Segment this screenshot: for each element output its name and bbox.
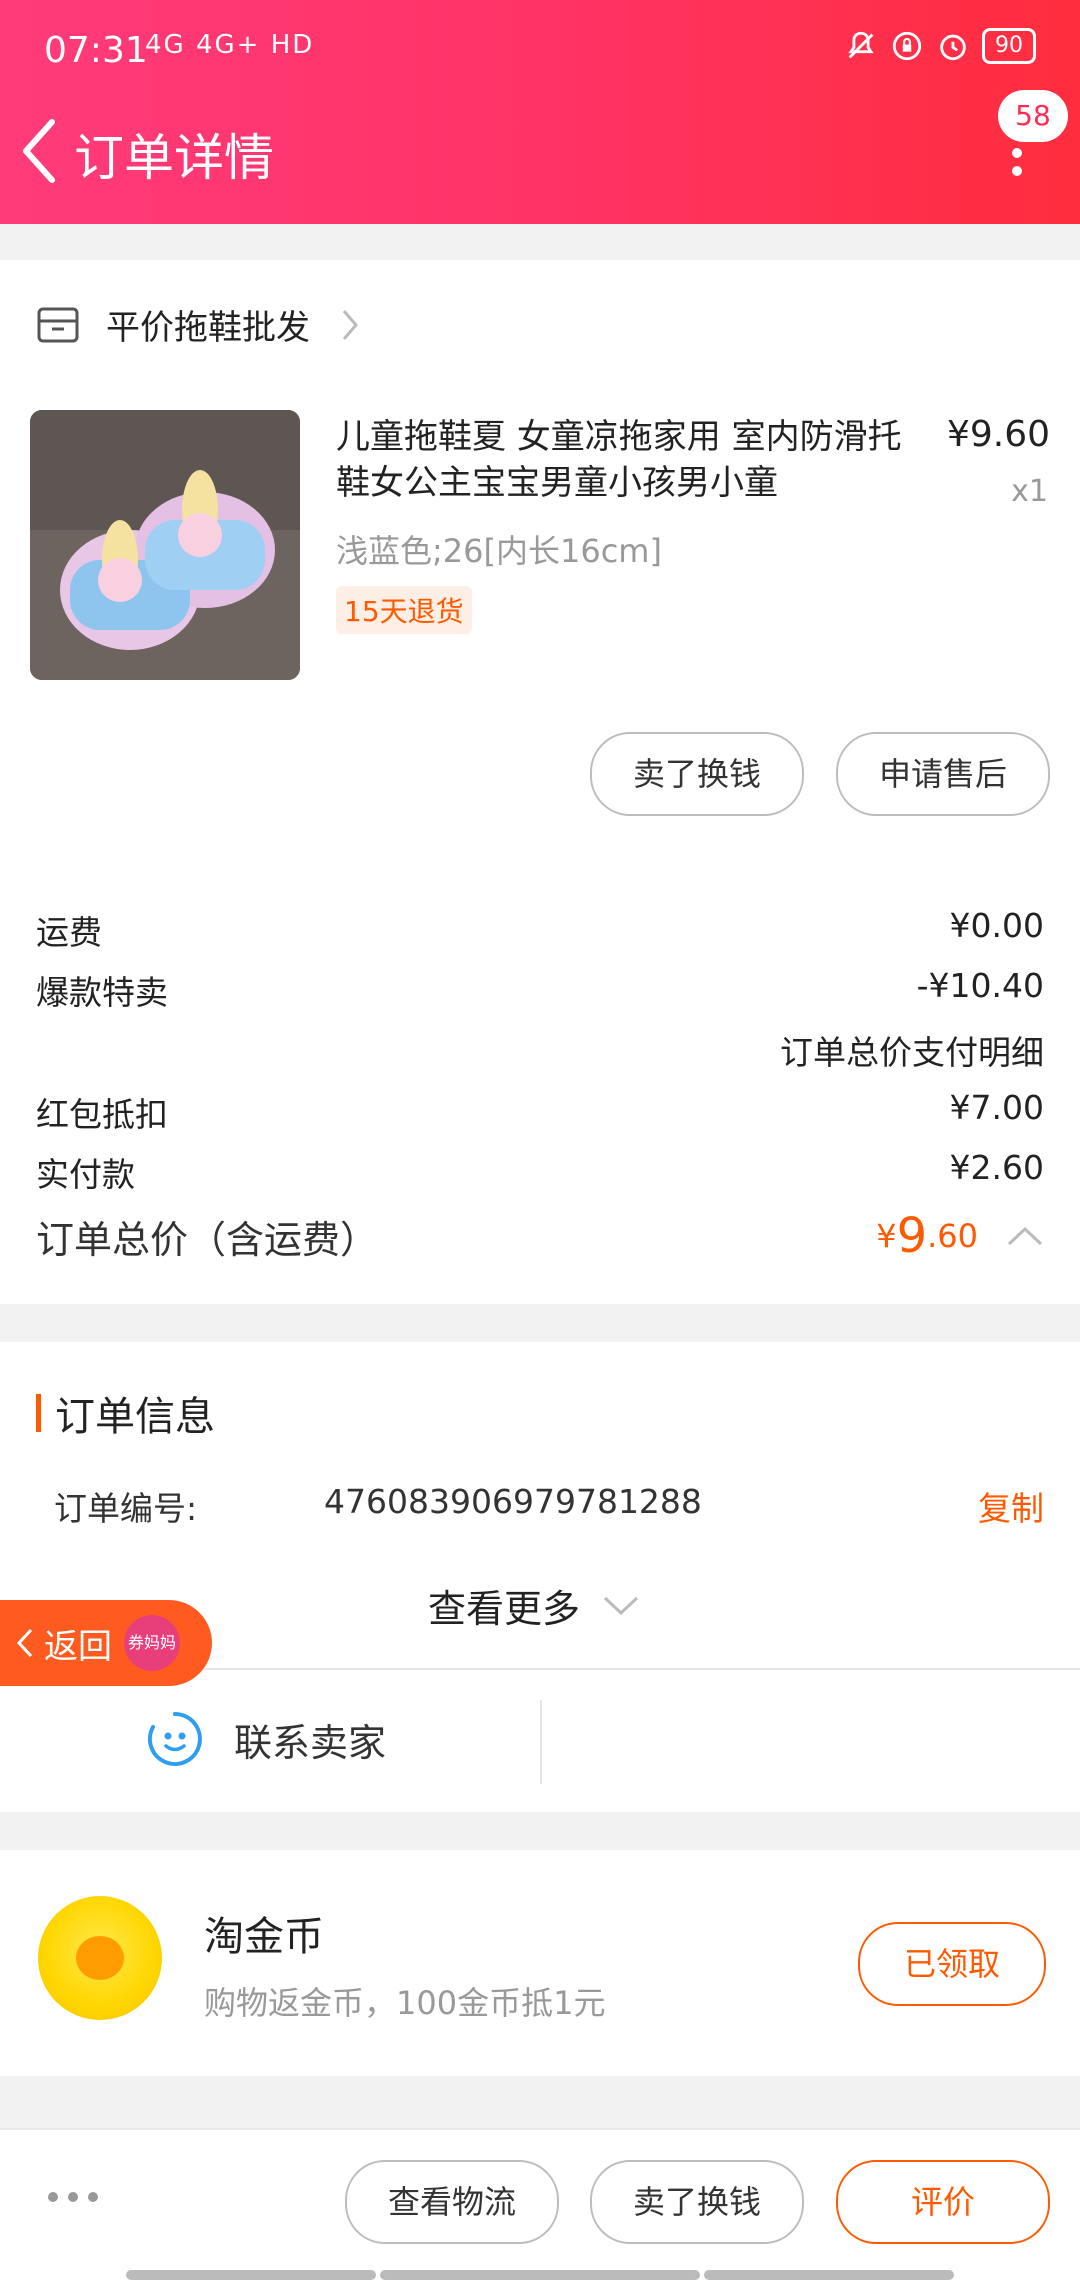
page-title: 订单详情 xyxy=(74,129,274,187)
lock-rotation-icon xyxy=(892,31,922,61)
order-number-value: 476083906979781288 xyxy=(324,1482,702,1521)
after-sale-button[interactable]: 申请售后 xyxy=(836,732,1050,816)
product-spec: 浅蓝色;26[内长16cm] xyxy=(336,532,662,570)
fee-row-paid: 实付款 ¥2.60 xyxy=(36,1148,1044,1196)
back-arrow-icon[interactable] xyxy=(18,116,58,186)
currency-symbol: ¥ xyxy=(876,1217,897,1255)
nav-handle-left xyxy=(126,2270,376,2280)
review-button[interactable]: 评价 xyxy=(836,2160,1050,2244)
app-header: 07:31 4G 4G+ HD 90 订单详情 58 xyxy=(0,0,1080,224)
contact-seller-label: 联系卖家 xyxy=(234,1720,387,1765)
fee-value: ¥7.00 xyxy=(949,1088,1044,1127)
copy-order-number-button[interactable]: 复制 xyxy=(978,1482,1044,1530)
fee-row-redpacket: 红包抵扣 ¥7.00 xyxy=(36,1088,1044,1136)
shop-icon xyxy=(37,307,79,342)
shop-name: 平价拖鞋批发 xyxy=(106,308,310,348)
claimed-button[interactable]: 已领取 xyxy=(858,1922,1046,2006)
payment-detail-link[interactable]: 订单总价支付明细 xyxy=(780,1026,1044,1074)
chevron-left-icon xyxy=(16,1628,33,1658)
gold-coin-title: 淘金币 xyxy=(204,1914,324,1960)
total-decimal: .60 xyxy=(927,1217,978,1255)
nav-handle-right xyxy=(704,2270,954,2280)
return-policy-tag: 15天退货 xyxy=(336,586,472,634)
chevron-up-icon[interactable] xyxy=(1006,1225,1044,1247)
fee-label: 运费 xyxy=(36,913,102,952)
battery-indicator: 90 xyxy=(982,28,1036,64)
order-total-price: ¥ 9 .60 xyxy=(876,1208,1044,1264)
vertical-divider xyxy=(540,1700,542,1784)
product-title[interactable]: 儿童拖鞋夏 女童凉拖家用 室内防滑托鞋女公主宝宝男童小孩男小童 xyxy=(336,414,916,506)
fee-value: ¥0.00 xyxy=(949,906,1044,945)
product-image[interactable] xyxy=(30,410,300,680)
order-info-heading: 订单信息 xyxy=(36,1384,215,1442)
fee-value: ¥2.60 xyxy=(949,1148,1044,1187)
accent-bar xyxy=(36,1394,41,1432)
sell-for-cash-button[interactable]: 卖了换钱 xyxy=(590,732,804,816)
bottom-sell-for-cash-button[interactable]: 卖了换钱 xyxy=(590,2160,804,2244)
chevron-down-icon xyxy=(603,1596,639,1615)
coupon-app-avatar: 券妈妈 xyxy=(124,1615,180,1671)
chat-face-icon xyxy=(147,1712,202,1766)
return-label: 返回 xyxy=(44,1626,112,1667)
payment-detail-row[interactable]: 订单总价支付明细 xyxy=(36,1026,1044,1074)
see-more-label: 查看更多 xyxy=(428,1587,581,1631)
order-total-label: 订单总价（含运费） xyxy=(36,1217,379,1262)
notification-badge: 58 xyxy=(998,90,1068,142)
fee-row-discount: 爆款特卖 -¥10.40 xyxy=(36,966,1044,1014)
gold-coin-subtitle: 购物返金币，100金币抵1元 xyxy=(204,1984,606,2022)
status-time: 07:31 xyxy=(44,30,148,71)
alarm-icon xyxy=(940,34,966,61)
nav-handle-mid xyxy=(380,2270,700,2280)
shop-row[interactable]: 平价拖鞋批发 xyxy=(36,300,360,349)
product-price: ¥9.60 xyxy=(946,414,1050,455)
more-actions-icon[interactable] xyxy=(48,2192,98,2202)
fee-label: 红包抵扣 xyxy=(36,1095,168,1134)
fee-label: 实付款 xyxy=(36,1155,135,1194)
see-more-button[interactable]: 查看更多 xyxy=(428,1578,640,1633)
fee-value: -¥10.40 xyxy=(916,966,1044,1005)
product-quantity: x1 xyxy=(1011,474,1048,509)
total-integer: 9 xyxy=(896,1208,928,1264)
gold-coin-icon xyxy=(38,1896,162,2020)
fee-row-shipping: 运费 ¥0.00 xyxy=(36,906,1044,954)
order-info-title: 订单信息 xyxy=(55,1394,215,1440)
view-logistics-button[interactable]: 查看物流 xyxy=(345,2160,559,2244)
status-icons: 90 xyxy=(844,28,1036,64)
order-number-label: 订单编号: xyxy=(54,1489,198,1528)
fee-label: 爆款特卖 xyxy=(36,973,168,1012)
status-network: 4G 4G+ HD xyxy=(145,30,315,60)
floating-return-button[interactable]: 返回 券妈妈 xyxy=(0,1600,212,1686)
order-total-row[interactable]: 订单总价（含运费） ¥ 9 .60 xyxy=(36,1208,1044,1264)
contact-seller-button[interactable]: 联系卖家 xyxy=(146,1710,386,1768)
bell-off-icon xyxy=(848,31,874,59)
chevron-right-icon xyxy=(342,309,358,340)
more-menu-icon[interactable] xyxy=(1010,144,1024,180)
